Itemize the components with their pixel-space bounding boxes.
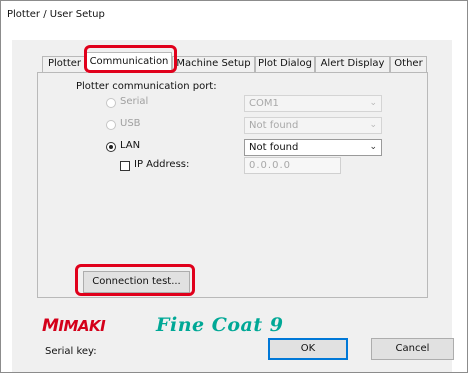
mimaki-logo: MIMAKI [42, 316, 106, 336]
cancel-button[interactable]: Cancel [371, 338, 454, 360]
tab-communication[interactable]: Communication [86, 52, 172, 73]
usb-label: USB [120, 118, 141, 129]
port-label: Plotter communication port: [76, 81, 217, 92]
ip-address-field[interactable]: 0.0.0.0 [244, 157, 341, 174]
serial-label: Serial [120, 96, 149, 107]
lan-device-value: Not found [249, 142, 299, 153]
tab-plotter[interactable]: Plotter [42, 56, 87, 72]
serial-port-dropdown[interactable]: COM1 ⌄ [244, 95, 382, 112]
chevron-down-icon: ⌄ [369, 98, 377, 108]
tab-other[interactable]: Other [390, 56, 427, 72]
tab-machine-setup[interactable]: Machine Setup [172, 56, 255, 72]
ok-button[interactable]: OK [268, 338, 348, 360]
window-title: Plotter / User Setup [7, 9, 105, 20]
serial-port-value: COM1 [249, 98, 279, 109]
serial-key-label: Serial key: [45, 346, 97, 357]
chevron-down-icon: ⌄ [369, 142, 377, 152]
tab-alert-display[interactable]: Alert Display [315, 56, 390, 72]
usb-device-dropdown[interactable]: Not found ⌄ [244, 117, 382, 134]
finecoat-logo: Fine Coat 9 [156, 314, 284, 336]
lan-radio[interactable] [106, 142, 116, 152]
usb-radio[interactable] [106, 120, 116, 130]
serial-radio[interactable] [106, 98, 116, 108]
ip-address-label: IP Address: [134, 159, 190, 170]
usb-device-value: Not found [249, 120, 299, 131]
chevron-down-icon: ⌄ [369, 120, 377, 130]
lan-device-dropdown[interactable]: Not found ⌄ [244, 139, 382, 156]
communication-panel: Plotter communication port: Serial COM1 … [37, 72, 428, 298]
tab-plot-dialog[interactable]: Plot Dialog [255, 56, 315, 72]
lan-label: LAN [120, 140, 141, 151]
connection-test-button[interactable]: Connection test... [83, 271, 190, 293]
ip-address-checkbox[interactable] [120, 161, 130, 171]
